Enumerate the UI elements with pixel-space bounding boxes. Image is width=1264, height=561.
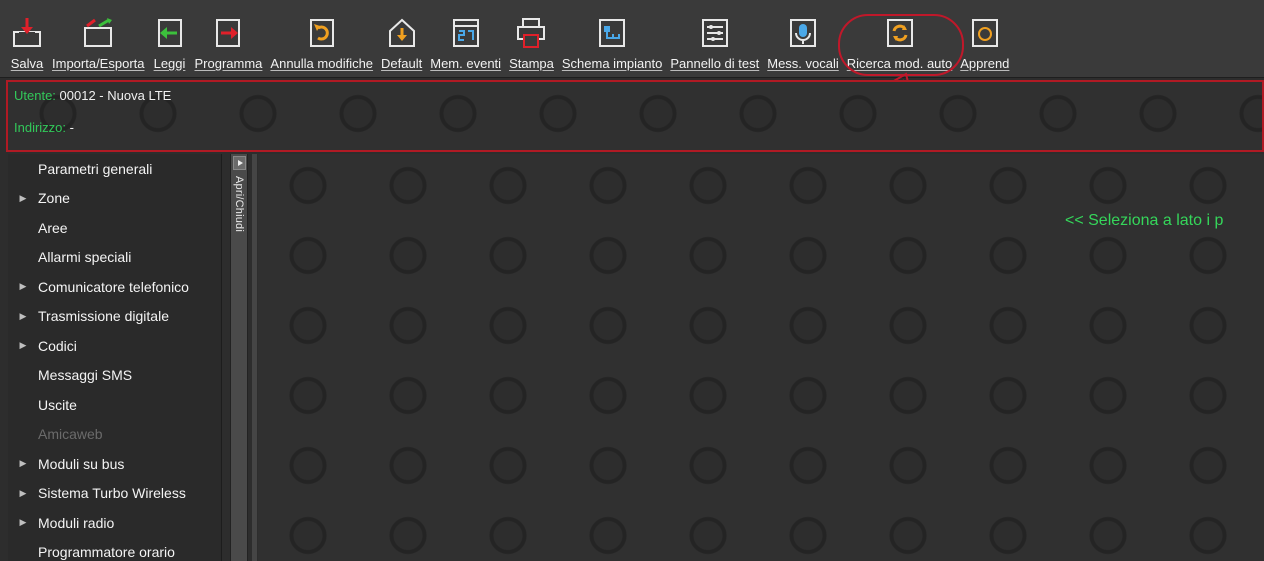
- sidebar-item-label: Sistema Turbo Wireless: [38, 485, 186, 502]
- sidebar-item-allarmi-speciali[interactable]: Allarmi speciali: [8, 243, 221, 273]
- user-key: Utente:: [14, 88, 56, 103]
- sidebar-item-messaggi-sms[interactable]: Messaggi SMS: [8, 361, 221, 391]
- expand-arrow-icon[interactable]: ▶: [8, 311, 38, 322]
- user-row: Utente: 00012 - Nuova LTE: [14, 88, 171, 103]
- sidebar-item-sistema-turbo-wireless[interactable]: ▶ Sistema Turbo Wireless: [8, 479, 221, 509]
- sidebar-item-label: Trasmissione digitale: [38, 308, 169, 325]
- test-panel-label: Pannello di test: [670, 56, 760, 71]
- sidebar-nav: Parametri generali ▶ Zone Aree Allarmi speci…: [8, 154, 222, 561]
- sidebar-item-label: Moduli radio: [38, 514, 115, 531]
- address-key: Indirizzo:: [14, 120, 67, 135]
- divider: [252, 154, 257, 561]
- default-button[interactable]: Default: [377, 5, 426, 77]
- sidebar-item-moduli-radio[interactable]: ▶ Moduli radio: [8, 508, 221, 538]
- test-panel-icon: [698, 16, 732, 50]
- toggle-sidebar-label: Apri/Chiudi: [233, 176, 245, 233]
- sidebar-item-label: Programmatore orario: [38, 544, 175, 561]
- address-value: -: [69, 120, 74, 135]
- main-content: << Seleziona a lato i p: [258, 154, 1264, 561]
- sidebar-item-label: Comunicatore telefonico: [38, 278, 189, 295]
- undo-icon: [305, 16, 339, 50]
- voice-messages-label: Mess. vocali: [767, 56, 839, 71]
- sidebar-item-amicaweb: Amicaweb: [8, 420, 221, 450]
- program-button[interactable]: Programma: [191, 5, 267, 77]
- save-button[interactable]: Salva: [6, 5, 48, 77]
- sidebar-item-label: Amicaweb: [38, 426, 103, 443]
- import-export-label: Importa/Esporta: [52, 56, 145, 71]
- sidebar-item-uscite[interactable]: Uscite: [8, 390, 221, 420]
- sidebar-item-label: Messaggi SMS: [38, 367, 133, 384]
- event-memory-icon: [449, 16, 483, 50]
- sidebar-item-aree[interactable]: Aree: [8, 213, 221, 243]
- expand-arrow-icon[interactable]: ▶: [8, 281, 38, 292]
- import-export-icon: [81, 16, 115, 50]
- sidebar-item-parametri-generali[interactable]: Parametri generali: [8, 154, 221, 184]
- sidebar-item-label: Moduli su bus: [38, 455, 125, 472]
- sidebar-item-label: Codici: [38, 337, 77, 354]
- toolbar: Salva Importa/Esporta Leggi Programma An…: [0, 0, 1264, 78]
- system-schema-icon: [595, 16, 629, 50]
- user-info-panel: Utente: 00012 - Nuova LTE Indirizzo: -: [6, 80, 1264, 152]
- expand-arrow-icon[interactable]: ▶: [8, 458, 38, 469]
- event-memory-button[interactable]: Mem. eventi: [426, 5, 505, 77]
- undo-button[interactable]: Annulla modifiche: [266, 5, 377, 77]
- printer-icon: [514, 16, 548, 50]
- expand-arrow-icon[interactable]: ▶: [8, 340, 38, 351]
- toggle-sidebar-icon[interactable]: [233, 156, 246, 170]
- sidebar-item-label: Aree: [38, 219, 68, 236]
- undo-label: Annulla modifiche: [270, 56, 374, 71]
- print-button[interactable]: Stampa: [505, 5, 558, 77]
- expand-arrow-icon[interactable]: ▶: [8, 193, 38, 204]
- expand-arrow-icon[interactable]: ▶: [8, 488, 38, 499]
- expand-arrow-icon[interactable]: ▶: [8, 517, 38, 528]
- home-default-icon: [385, 16, 419, 50]
- learn-label: Apprend: [960, 56, 1010, 71]
- save-icon: [10, 16, 44, 50]
- print-label: Stampa: [509, 56, 554, 71]
- sidebar-item-label: Zone: [38, 190, 70, 207]
- address-row: Indirizzo: -: [14, 120, 74, 135]
- select-hint: << Seleziona a lato i p: [1065, 212, 1224, 229]
- event-memory-label: Mem. eventi: [430, 56, 502, 71]
- sidebar-item-codici[interactable]: ▶ Codici: [8, 331, 221, 361]
- read-button[interactable]: Leggi: [149, 5, 191, 77]
- sidebar-splitter[interactable]: Apri/Chiudi: [230, 154, 248, 561]
- sidebar-item-programmatore-orario[interactable]: Programmatore orario: [8, 538, 221, 561]
- read-icon: [153, 16, 187, 50]
- sidebar-item-label: Allarmi speciali: [38, 249, 132, 266]
- sidebar-item-comunicatore-telefonico[interactable]: ▶ Comunicatore telefonico: [8, 272, 221, 302]
- save-label: Salva: [10, 56, 44, 71]
- voice-messages-button[interactable]: Mess. vocali: [763, 5, 843, 77]
- import-export-button[interactable]: Importa/Esporta: [48, 5, 149, 77]
- read-label: Leggi: [153, 56, 186, 71]
- program-label: Programma: [194, 56, 263, 71]
- program-icon: [211, 16, 245, 50]
- system-schema-label: Schema impianto: [561, 56, 663, 71]
- learn-button[interactable]: Apprend: [956, 5, 1013, 77]
- system-schema-button[interactable]: Schema impianto: [558, 5, 666, 77]
- learn-icon: [968, 16, 1002, 50]
- user-value: 00012 - Nuova LTE: [59, 88, 172, 103]
- microphone-icon: [786, 16, 820, 50]
- sidebar-item-zone[interactable]: ▶ Zone: [8, 184, 221, 214]
- sidebar-item-label: Uscite: [38, 396, 77, 413]
- sidebar-item-moduli-su-bus[interactable]: ▶ Moduli su bus: [8, 449, 221, 479]
- test-panel-button[interactable]: Pannello di test: [666, 5, 763, 77]
- sidebar-item-label: Parametri generali: [38, 160, 153, 177]
- sidebar-item-trasmissione-digitale[interactable]: ▶ Trasmissione digitale: [8, 302, 221, 332]
- default-label: Default: [381, 56, 423, 71]
